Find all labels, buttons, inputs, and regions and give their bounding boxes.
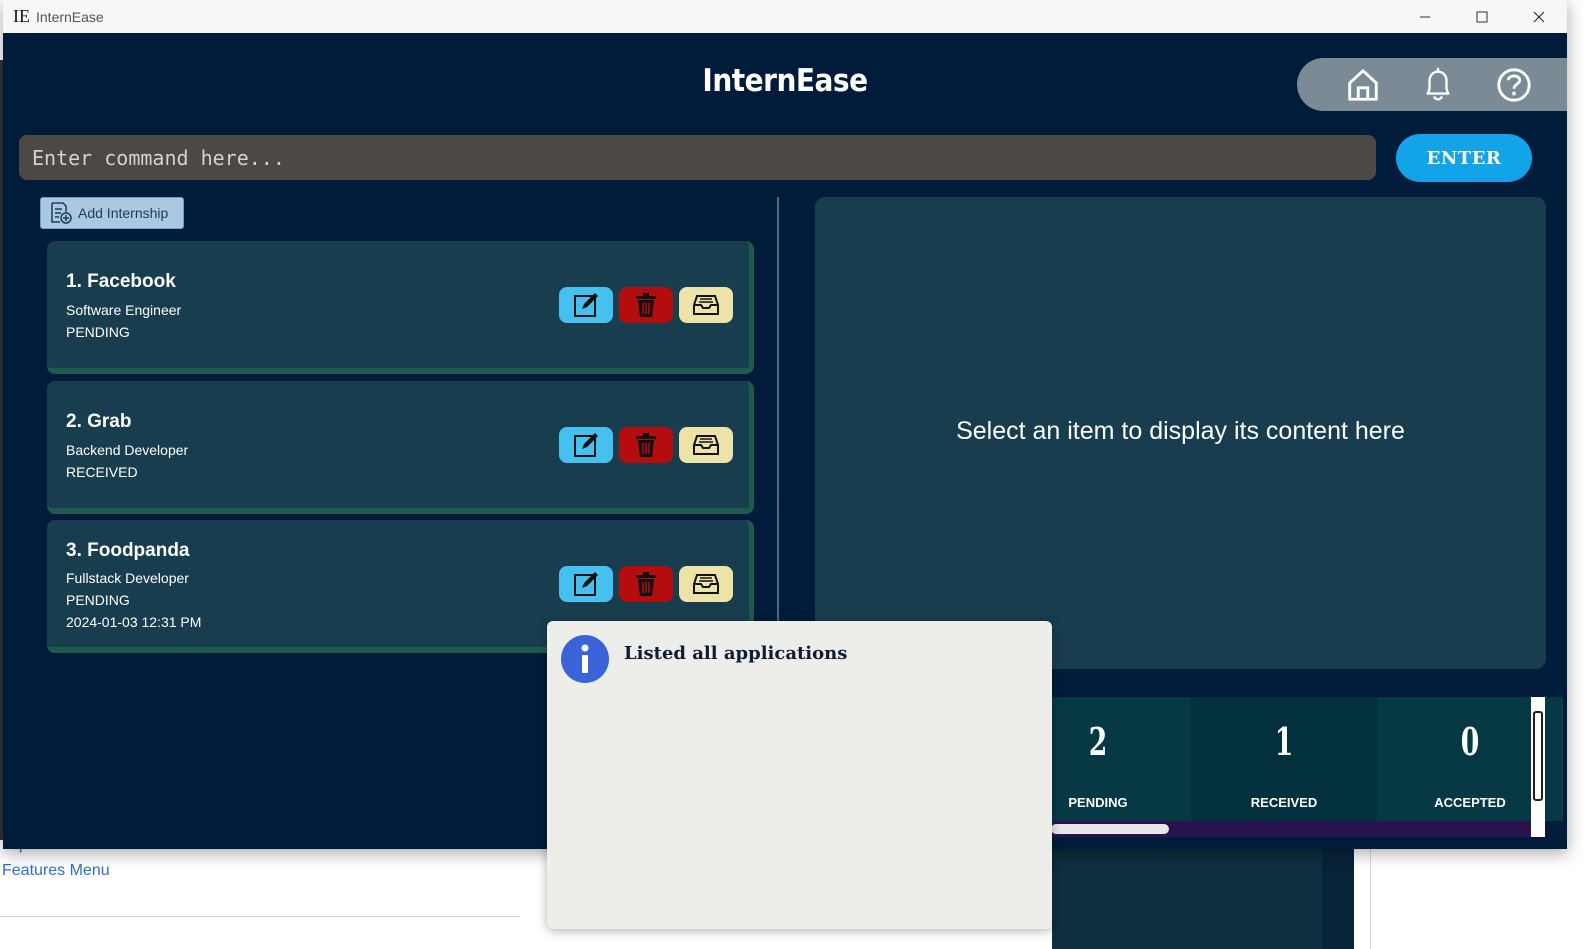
add-document-icon <box>51 202 72 224</box>
window-controls <box>1396 0 1567 33</box>
archive-button[interactable] <box>679 427 733 463</box>
internship-status: PENDING <box>66 324 130 340</box>
internship-role: Software Engineer <box>66 302 182 318</box>
home-icon[interactable] <box>1344 66 1382 104</box>
internship-card[interactable]: 1. Facebook Software Engineer PENDING <box>47 241 754 374</box>
help-icon[interactable] <box>1495 66 1533 104</box>
app-logo: IE <box>13 6 30 26</box>
stats-horizontal-scrollbar[interactable] <box>1051 821 1531 837</box>
edit-button[interactable] <box>559 287 613 323</box>
close-icon <box>1533 11 1544 22</box>
trash-icon <box>636 433 656 457</box>
stats-panel: 2 PENDING 1 RECEIVED 0 ACCEPTED <box>1005 697 1563 821</box>
delete-button[interactable] <box>619 566 673 602</box>
background-strip <box>1322 849 1354 949</box>
title-bar: IE InternEase <box>3 0 1567 33</box>
delete-button[interactable] <box>619 427 673 463</box>
maximize-button[interactable] <box>1453 0 1510 33</box>
trash-icon <box>636 293 656 317</box>
bell-icon[interactable] <box>1419 66 1457 104</box>
internship-status: RECEIVED <box>66 464 138 480</box>
notification-message: Listed all applications <box>624 643 848 664</box>
scroll-corner <box>1531 821 1545 837</box>
scrollbar-thumb[interactable] <box>1533 711 1543 801</box>
detail-panel: Select an item to display its content he… <box>815 197 1546 669</box>
detail-placeholder: Select an item to display its content he… <box>956 417 1405 445</box>
internship-card[interactable]: 2. Grab Backend Developer RECEIVED <box>47 381 754 514</box>
internship-status: PENDING <box>66 592 130 608</box>
edit-icon <box>574 293 598 317</box>
add-internship-label: Add Internship <box>78 205 169 221</box>
stat-count: 2 <box>1088 719 1108 764</box>
trash-icon <box>636 572 656 596</box>
window-title: InternEase <box>36 8 104 25</box>
maximize-icon <box>1476 11 1487 22</box>
internship-date: 2024-01-03 12:31 PM <box>66 614 202 630</box>
background-divider <box>0 916 520 917</box>
edit-icon <box>574 572 598 596</box>
notification-popup: Listed all applications <box>547 621 1052 929</box>
scrollbar-thumb[interactable] <box>1051 824 1169 834</box>
stat-count: 1 <box>1274 719 1294 764</box>
internship-title: 1. Facebook <box>66 271 176 292</box>
internship-role: Fullstack Developer <box>66 570 189 586</box>
minimize-icon <box>1419 16 1430 17</box>
internship-role: Backend Developer <box>66 442 189 458</box>
command-input[interactable] <box>19 135 1376 180</box>
edit-icon <box>574 433 598 457</box>
archive-button[interactable] <box>679 287 733 323</box>
stat-received: 1 RECEIVED <box>1191 697 1377 821</box>
archive-icon <box>693 435 719 455</box>
stat-count: 0 <box>1460 719 1480 764</box>
internship-title: 2. Grab <box>66 411 132 432</box>
background-panel <box>1052 849 1354 949</box>
archive-button[interactable] <box>679 566 733 602</box>
edit-button[interactable] <box>559 566 613 602</box>
background-line <box>1370 849 1371 949</box>
features-menu-link[interactable]: Features Menu <box>2 862 110 880</box>
edit-button[interactable] <box>559 427 613 463</box>
stat-label: RECEIVED <box>1250 795 1318 810</box>
info-icon <box>561 635 609 683</box>
enter-button[interactable]: ENTER <box>1396 134 1532 182</box>
stats-vertical-scrollbar[interactable] <box>1531 697 1545 821</box>
archive-icon <box>693 295 719 315</box>
close-button[interactable] <box>1510 0 1567 33</box>
delete-button[interactable] <box>619 287 673 323</box>
archive-icon <box>693 574 719 594</box>
internship-title: 3. Foodpanda <box>66 540 190 561</box>
minimize-button[interactable] <box>1396 0 1453 33</box>
top-nav <box>1297 58 1567 111</box>
add-internship-button[interactable]: Add Internship <box>40 197 184 229</box>
